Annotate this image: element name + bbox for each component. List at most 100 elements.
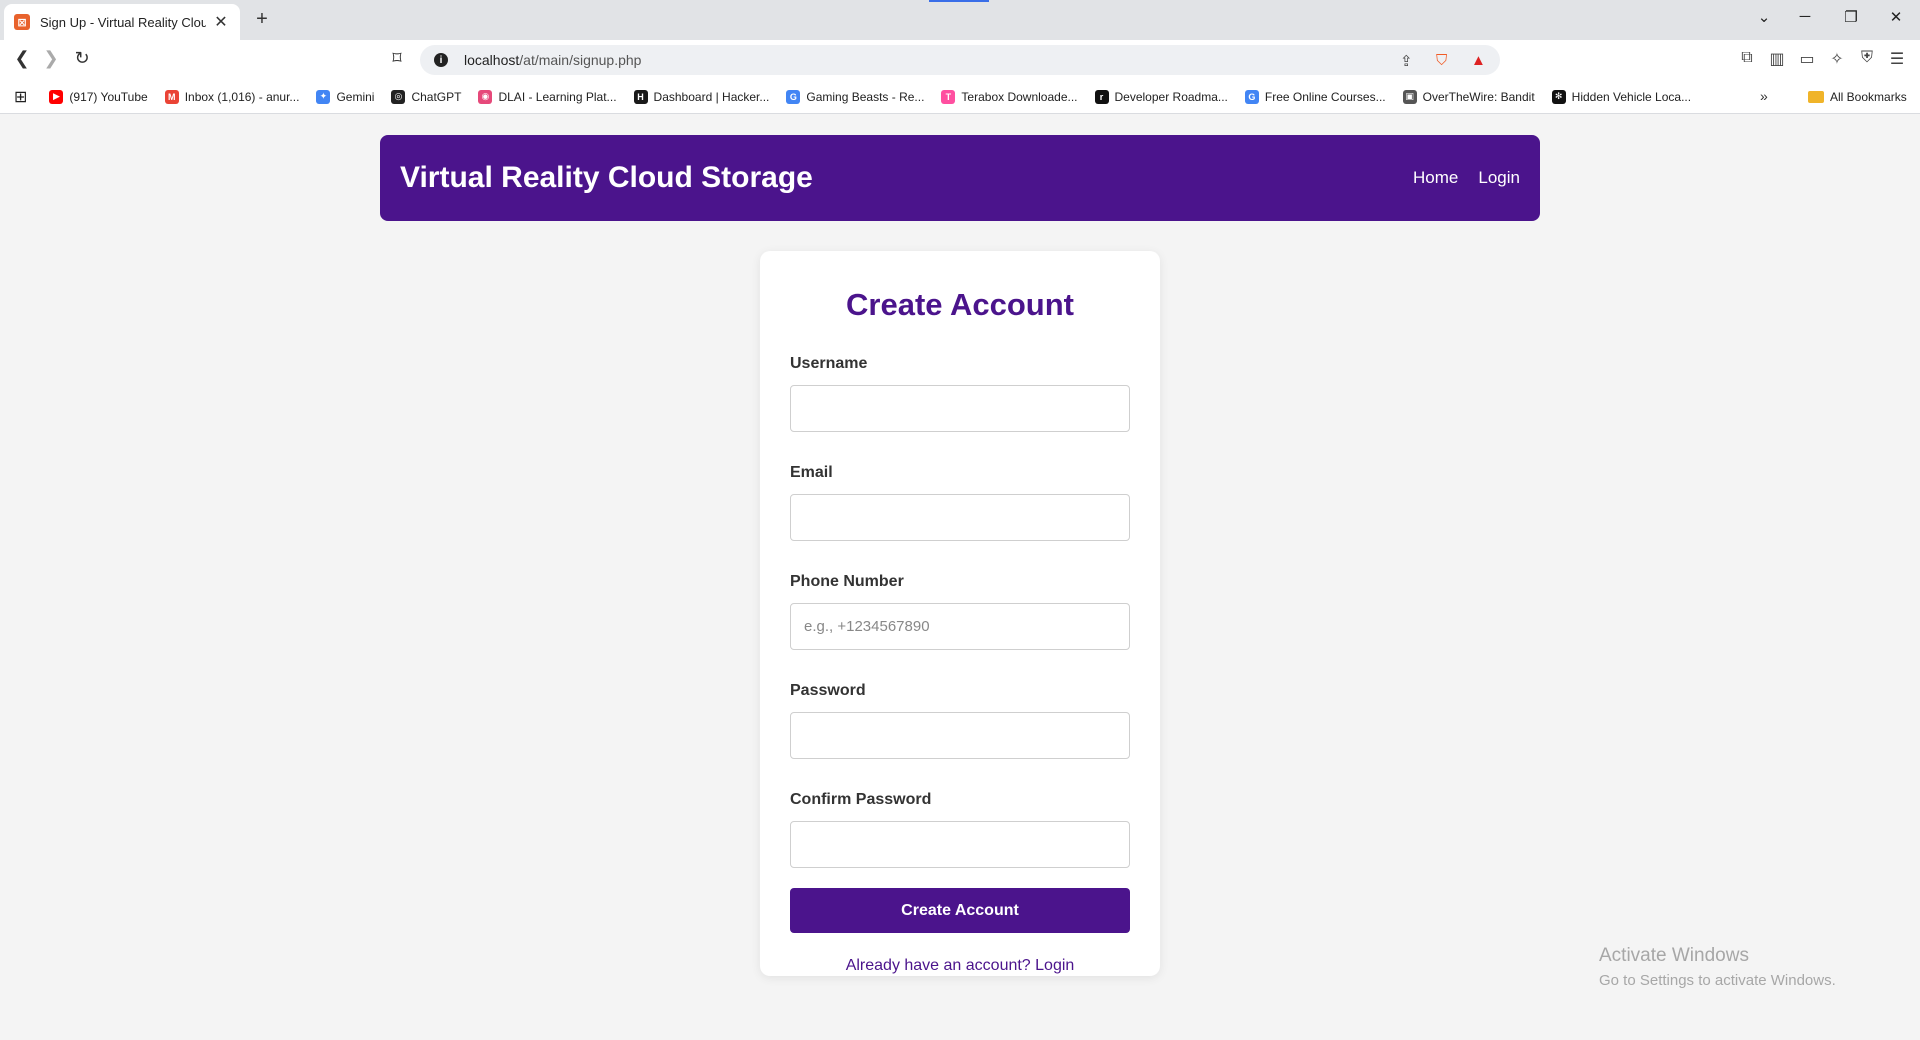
watermark-title: Activate Windows: [1599, 945, 1749, 966]
url-host: localhost: [464, 52, 520, 68]
restore-icon[interactable]: ❐: [1839, 8, 1863, 26]
bookmark-favicon-icon: ◉: [478, 89, 493, 104]
bookmark-item[interactable]: H Dashboard | Hacker...: [633, 89, 770, 104]
bookmark-item[interactable]: T Terabox Downloade...: [941, 89, 1078, 104]
bookmark-item[interactable]: M Inbox (1,016) - anur...: [164, 89, 300, 104]
create-account-button[interactable]: Create Account: [790, 888, 1130, 933]
form-heading: Create Account: [846, 287, 1074, 322]
watermark-subtitle: Go to Settings to activate Windows.: [1599, 972, 1836, 989]
new-tab-button[interactable]: +: [250, 8, 274, 31]
phone-group: Phone Number: [790, 573, 1130, 650]
more-bookmarks-icon[interactable]: »: [1760, 88, 1768, 104]
phone-label: Phone Number: [790, 573, 904, 590]
url-text[interactable]: localhost/at/main/signup.php: [464, 52, 641, 68]
bookmark-label: DLAI - Learning Plat...: [498, 89, 617, 104]
email-label: Email: [790, 464, 833, 481]
browser-toolbar: ❮ ❯ ↻ ⌑ i localhost/at/main/signup.php ⇪…: [0, 40, 1920, 80]
bookmark-item[interactable]: ◎ ChatGPT: [391, 89, 462, 104]
username-label: Username: [790, 355, 868, 372]
windows-activation-watermark: Activate Windows Go to Settings to activ…: [1599, 945, 1836, 989]
login-link[interactable]: Already have an account? Login: [790, 957, 1130, 975]
bookmark-label: Terabox Downloade...: [961, 89, 1078, 104]
bookmark-favicon-icon: ◎: [391, 89, 406, 104]
site-nav: Home Login: [1413, 168, 1520, 188]
brave-shields-icon[interactable]: ⛉: [1436, 52, 1447, 69]
bookmark-favicon-icon: M: [164, 89, 179, 104]
minimize-icon[interactable]: ─: [1793, 8, 1817, 25]
all-bookmarks-label: All Bookmarks: [1830, 90, 1907, 104]
bookmark-label: ChatGPT: [411, 89, 462, 104]
tab-active[interactable]: ⊠ Sign Up - Virtual Reality Cloud Storag…: [4, 4, 240, 40]
site-header: Virtual Reality Cloud Storage Home Login: [380, 135, 1540, 221]
bookmark-label: Gemini: [336, 89, 375, 104]
bookmark-label: Gaming Beasts - Re...: [806, 89, 925, 104]
forward-icon[interactable]: ❯: [39, 48, 63, 69]
bookmarks-bar: ⊞ ▶ (917) YouTube M Inbox (1,016) - anur...…: [0, 80, 1920, 114]
bookmark-item[interactable]: G Free Online Courses...: [1244, 89, 1386, 104]
nav-login-link[interactable]: Login: [1478, 168, 1520, 188]
bookmark-favicon-icon: G: [1244, 89, 1259, 104]
phone-input[interactable]: [790, 603, 1130, 650]
bookmark-label: Free Online Courses...: [1264, 89, 1386, 104]
wallet-icon[interactable]: ▭: [1796, 49, 1818, 69]
close-tab-icon[interactable]: ✕: [212, 12, 230, 32]
apps-grid-icon[interactable]: ⊞: [14, 87, 27, 107]
bookmark-item[interactable]: ▣ OverTheWire: Bandit: [1402, 89, 1535, 104]
bookmark-item[interactable]: ✻ Hidden Vehicle Loca...: [1551, 89, 1692, 104]
bookmark-favicon-icon: ▣: [1402, 89, 1417, 104]
password-input[interactable]: [790, 712, 1130, 759]
bookmark-label: Dashboard | Hacker...: [653, 89, 770, 104]
bookmark-label: Inbox (1,016) - anur...: [184, 89, 300, 104]
bookmark-list: ▶ (917) YouTube M Inbox (1,016) - anur... ✦ G…: [49, 89, 1708, 104]
bookmark-favicon-icon: ✻: [1551, 89, 1566, 104]
bookmark-favicon-icon: r: [1094, 89, 1109, 104]
confirm-password-group: Confirm Password: [790, 791, 1130, 868]
nav-home-link[interactable]: Home: [1413, 168, 1458, 188]
confirm-password-label: Confirm Password: [790, 791, 932, 808]
site-info-icon[interactable]: i: [434, 53, 448, 67]
email-group: Email: [790, 464, 1130, 541]
tab-title: Sign Up - Virtual Reality Cloud Storage: [40, 14, 206, 30]
brave-rewards-icon[interactable]: ▲: [1471, 52, 1486, 69]
leo-ai-icon[interactable]: ✧: [1826, 49, 1848, 69]
reload-icon[interactable]: ↻: [70, 48, 94, 69]
bookmark-favicon-icon: ▶: [49, 89, 64, 104]
bookmark-item[interactable]: G Gaming Beasts - Re...: [786, 89, 925, 104]
email-input[interactable]: [790, 494, 1130, 541]
tab-bar: ⊠ Sign Up - Virtual Reality Cloud Storag…: [0, 0, 1920, 40]
signup-card: Create Account Username Email Phone Numb…: [760, 251, 1160, 976]
bookmark-favicon-icon: G: [786, 89, 801, 104]
bookmark-item[interactable]: ▶ (917) YouTube: [49, 89, 148, 104]
bookmark-item[interactable]: r Developer Roadma...: [1094, 89, 1228, 104]
bookmark-label: (917) YouTube: [69, 89, 148, 104]
site-title: Virtual Reality Cloud Storage: [400, 161, 813, 194]
bookmark-favicon-icon: T: [941, 89, 956, 104]
extensions-icon[interactable]: ⧉: [1736, 49, 1758, 67]
all-bookmarks-folder[interactable]: All Bookmarks: [1808, 80, 1907, 114]
bookmark-label: Hidden Vehicle Loca...: [1571, 89, 1692, 104]
bookmark-label: OverTheWire: Bandit: [1422, 89, 1535, 104]
bookmark-favicon-icon: ✦: [316, 89, 331, 104]
folder-icon: [1808, 91, 1824, 103]
username-group: Username: [790, 355, 1130, 432]
username-input[interactable]: [790, 385, 1130, 432]
xampp-favicon-icon: ⊠: [14, 14, 30, 30]
password-group: Password: [790, 682, 1130, 759]
bookmark-favicon-icon: H: [633, 89, 648, 104]
address-bar[interactable]: i localhost/at/main/signup.php ⇪ ⛉ ▲: [420, 45, 1500, 75]
confirm-password-input[interactable]: [790, 821, 1130, 868]
bookmark-page-icon[interactable]: ⌑: [385, 48, 409, 69]
url-path: /at/main/signup.php: [519, 52, 642, 68]
close-window-icon[interactable]: ✕: [1884, 8, 1908, 26]
vpn-shield-icon[interactable]: ⛨: [1856, 49, 1878, 67]
bookmark-label: Developer Roadma...: [1114, 89, 1228, 104]
bookmark-item[interactable]: ✦ Gemini: [316, 89, 375, 104]
bookmark-item[interactable]: ◉ DLAI - Learning Plat...: [478, 89, 617, 104]
menu-icon[interactable]: ☰: [1886, 49, 1908, 69]
back-icon[interactable]: ❮: [10, 48, 34, 69]
password-label: Password: [790, 682, 866, 699]
tab-search-chevron-icon[interactable]: ⌄: [1752, 8, 1776, 26]
share-icon[interactable]: ⇪: [1400, 52, 1413, 70]
tab-drag-indicator: [929, 0, 989, 2]
sidebar-icon[interactable]: ▥: [1766, 49, 1788, 69]
